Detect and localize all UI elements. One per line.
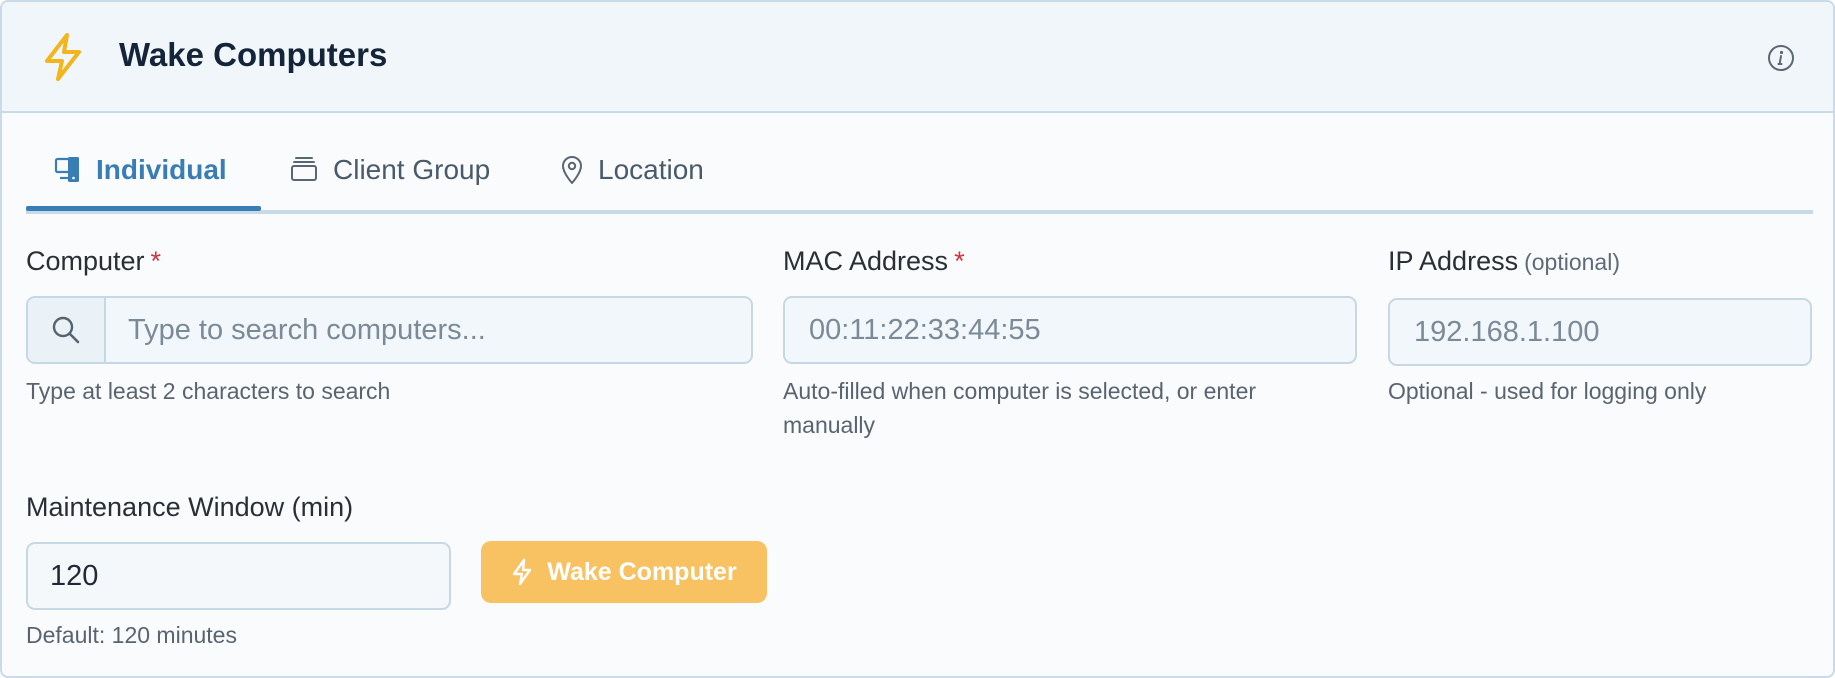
ip-address-input[interactable]: 192.168.1.100: [1388, 298, 1812, 366]
required-mark: *: [150, 246, 162, 276]
tab-client-group-label: Client Group: [333, 154, 491, 185]
info-icon[interactable]: [1767, 44, 1795, 72]
computer-icon: [54, 157, 79, 182]
tab-client-group[interactable]: Client Group: [289, 130, 490, 210]
lightning-bolt-icon: [45, 33, 81, 81]
computer-label-text: Computer: [26, 246, 145, 276]
mac-label: MAC Address *: [783, 246, 965, 277]
optional-note: (optional): [1524, 249, 1620, 275]
tab-individual-label: Individual: [96, 154, 227, 185]
lightning-bolt-icon: [513, 558, 532, 586]
tab-location-label: Location: [598, 154, 704, 185]
maintenance-window-value: 120: [50, 560, 99, 592]
maintenance-window-input[interactable]: 120: [26, 542, 451, 610]
search-icon: [52, 316, 80, 344]
wake-computer-label: Wake Computer: [547, 557, 737, 586]
location-pin-icon: [562, 156, 582, 184]
mac-address-placeholder: 00:11:22:33:44:55: [809, 314, 1041, 346]
maintenance-window-label: Maintenance Window (min): [26, 492, 354, 522]
active-tab-indicator: [26, 206, 261, 211]
mac-label-text: MAC Address: [783, 246, 949, 276]
computer-search-input[interactable]: Type to search computers...: [26, 296, 753, 364]
ip-help-text: Optional - used for logging only: [1388, 378, 1707, 404]
ip-address-placeholder: 192.168.1.100: [1414, 316, 1600, 348]
mac-address-input[interactable]: 00:11:22:33:44:55: [783, 296, 1357, 364]
tab-location[interactable]: Location: [560, 130, 704, 210]
required-mark: *: [954, 246, 965, 276]
ip-label-text: IP Address: [1388, 246, 1519, 276]
wake-computer-button[interactable]: Wake Computer: [481, 541, 767, 603]
ip-label: IP Address (optional): [1388, 246, 1620, 277]
mac-help-text: Auto-filled when computer is selected, o…: [783, 378, 1257, 438]
wake-computers-card: Wake Computers Individual Client Group L…: [0, 0, 1835, 678]
tab-bar: Individual Client Group Location: [26, 130, 1813, 214]
computer-search-placeholder: Type to search computers...: [128, 314, 486, 346]
maintenance-help-text: Default: 120 minutes: [26, 622, 237, 648]
group-stack-icon: [291, 157, 317, 181]
card-header: Wake Computers: [2, 2, 1833, 113]
computer-label: Computer *: [26, 246, 161, 277]
tab-individual[interactable]: Individual: [54, 130, 227, 210]
computer-help-text: Type at least 2 characters to search: [26, 378, 391, 404]
page-title: Wake Computers: [119, 36, 388, 73]
search-addon: [28, 298, 106, 362]
